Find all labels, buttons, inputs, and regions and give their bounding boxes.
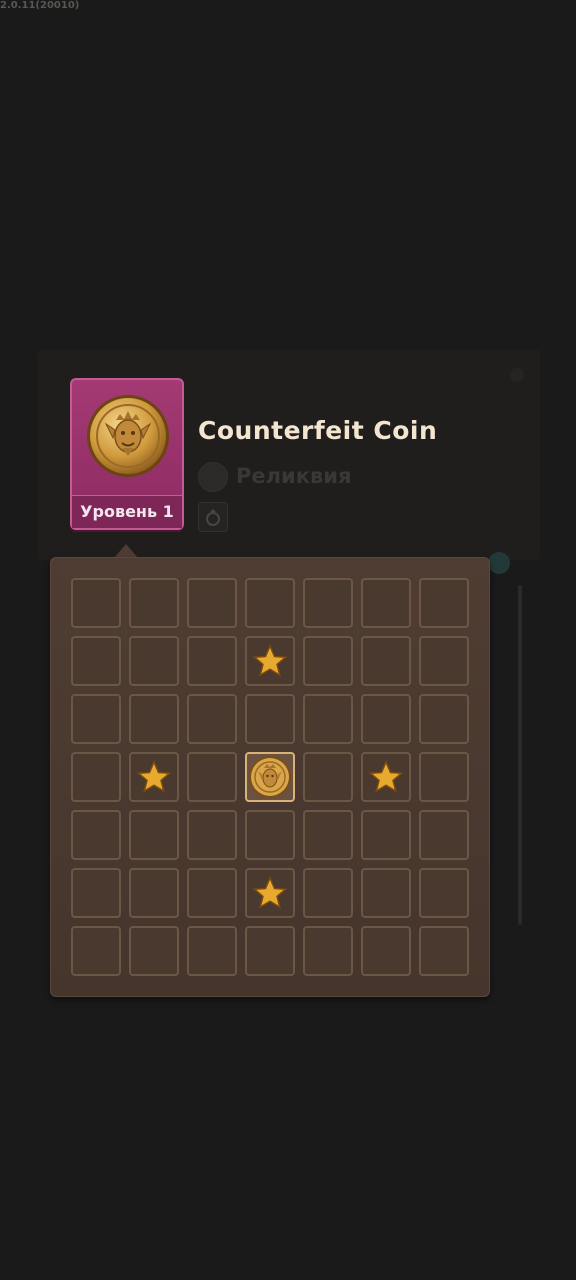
effect-grid [50, 557, 490, 997]
grid-cell [129, 810, 179, 860]
grid-cell [187, 578, 237, 628]
grid-cell [71, 636, 121, 686]
grid-cell [361, 578, 411, 628]
version-label: 2.0.11(20010) [0, 0, 80, 11]
star-icon [368, 760, 404, 793]
grid-cell [245, 926, 295, 976]
grid-cell [71, 868, 121, 918]
grid-cell [129, 694, 179, 744]
grid-cell-item [245, 752, 295, 802]
grid-cell [419, 752, 469, 802]
grid-cell [419, 578, 469, 628]
grid-cell [303, 926, 353, 976]
grid-cell [71, 752, 121, 802]
grid-cell [419, 926, 469, 976]
grid-cell [419, 810, 469, 860]
scrollbar[interactable] [518, 585, 522, 925]
close-button[interactable] [510, 368, 524, 382]
item-level-label: Уровень 1 [72, 495, 182, 528]
grid-cell [419, 694, 469, 744]
grid-cell [361, 926, 411, 976]
grid-cell [71, 694, 121, 744]
grid-cell [187, 926, 237, 976]
grid-cell [187, 752, 237, 802]
grid-cell [245, 694, 295, 744]
grid-cell [303, 636, 353, 686]
grid-cell [71, 810, 121, 860]
grid-cell [187, 810, 237, 860]
grid-cell [245, 810, 295, 860]
grid-cell [419, 868, 469, 918]
grid-cell [187, 868, 237, 918]
grid-cell [361, 636, 411, 686]
grid-cell [303, 752, 353, 802]
star-icon [136, 760, 172, 793]
grid-cell-star [361, 752, 411, 802]
info-icon[interactable] [488, 552, 510, 574]
item-title: Counterfeit Coin [198, 416, 438, 445]
grid-cell-star [245, 868, 295, 918]
star-icon [252, 876, 288, 909]
grid-cell [303, 694, 353, 744]
grid-cell [129, 636, 179, 686]
grid-cell [361, 810, 411, 860]
grid-cell [245, 578, 295, 628]
grid-cell [129, 868, 179, 918]
grid-cell [419, 636, 469, 686]
grid-cell [187, 636, 237, 686]
grid-cell [129, 926, 179, 976]
grid-cell [303, 578, 353, 628]
ring-icon [198, 502, 228, 532]
grid-cell [129, 578, 179, 628]
grid-cell [187, 694, 237, 744]
tooltip-pointer [114, 544, 138, 558]
item-card: Уровень 1 [70, 378, 184, 530]
counterfeit-coin-icon [249, 756, 291, 798]
grid-cell [71, 926, 121, 976]
grid-cell-star [245, 636, 295, 686]
grid-cell [303, 868, 353, 918]
grid-cell [303, 810, 353, 860]
item-type-label: Реликвия [236, 464, 352, 488]
grid-cell [361, 694, 411, 744]
grid-cell [361, 868, 411, 918]
star-icon [252, 644, 288, 677]
counterfeit-coin-icon [87, 395, 169, 477]
grid-cell-star [129, 752, 179, 802]
coin-outline-icon [198, 462, 228, 492]
grid-cell [71, 578, 121, 628]
